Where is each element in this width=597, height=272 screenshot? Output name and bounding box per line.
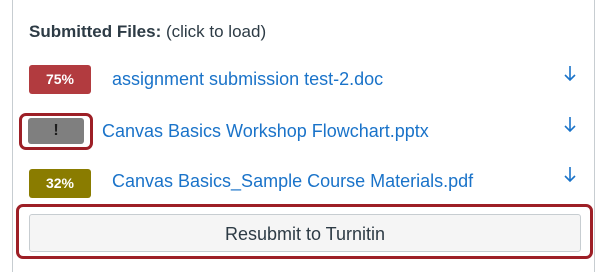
status-badge[interactable]: ! — [28, 118, 84, 144]
download-arrow-icon[interactable] — [562, 165, 578, 187]
header-note: (click to load) — [165, 22, 267, 41]
file-row: ! Canvas Basics Workshop Flowchart.pptx — [13, 113, 594, 153]
file-row: 75% assignment submission test-2.doc — [13, 61, 594, 101]
file-link[interactable]: Canvas Basics Workshop Flowchart.pptx — [102, 121, 429, 142]
similarity-score-badge[interactable]: 32% — [29, 169, 91, 198]
similarity-score-badge[interactable]: 75% — [29, 65, 91, 94]
file-link[interactable]: assignment submission test-2.doc — [112, 69, 383, 90]
file-link[interactable]: Canvas Basics_Sample Course Materials.pd… — [112, 171, 473, 192]
resubmit-to-turnitin-button[interactable]: Resubmit to Turnitin — [29, 214, 581, 252]
download-arrow-icon[interactable] — [562, 115, 578, 137]
submitted-files-header: Submitted Files: (click to load) — [29, 22, 266, 42]
header-title: Submitted Files: — [29, 22, 162, 41]
submitted-files-panel: Submitted Files: (click to load) 75% ass… — [12, 0, 595, 272]
file-row: 32% Canvas Basics_Sample Course Material… — [13, 165, 594, 205]
download-arrow-icon[interactable] — [562, 64, 578, 86]
